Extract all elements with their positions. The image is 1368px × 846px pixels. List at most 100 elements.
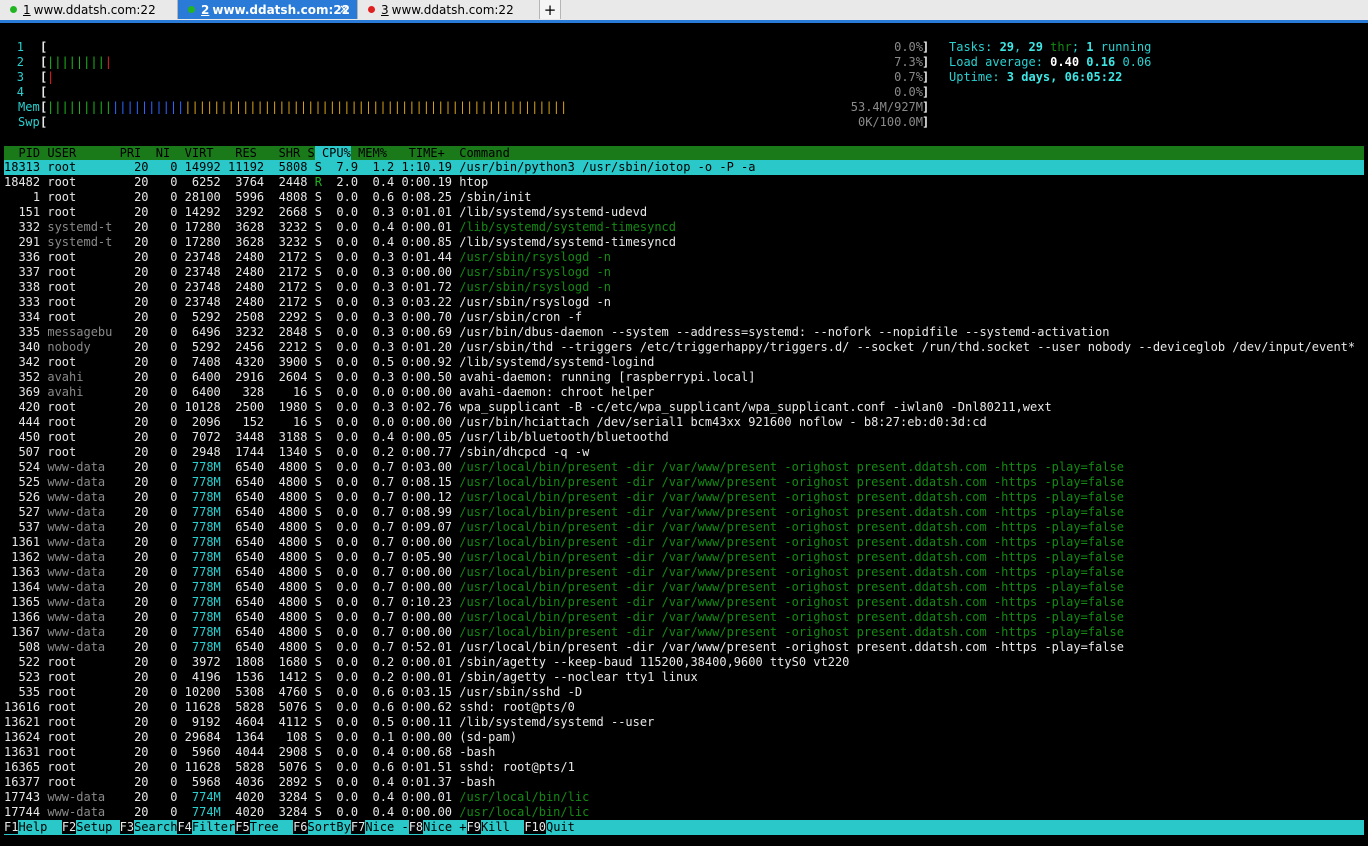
tab-session-3[interactable]: 3 www.ddatsh.com:22 <box>358 0 540 19</box>
process-table-header[interactable]: PID USER PRI NI VIRT RES SHR S CPU% MEM%… <box>4 146 1364 160</box>
process-row[interactable]: 335 messagebu 20 0 6496 3232 2848 S 0.0 … <box>4 325 1364 340</box>
tab-session-2[interactable]: 2 www.ddatsh.com:22 × <box>178 0 358 19</box>
process-row[interactable]: 1367 www-data 20 0 778M 6540 4800 S 0.0 … <box>4 625 1364 640</box>
shr-cell: 2292 <box>264 310 308 324</box>
process-row[interactable]: 17744 www-data 20 0 774M 4020 3284 S 0.0… <box>4 805 1364 820</box>
process-row[interactable]: 352 avahi 20 0 6400 2916 2604 S 0.0 0.3 … <box>4 370 1364 385</box>
tab-session-1[interactable]: 1 www.ddatsh.com:22 <box>0 0 178 19</box>
fkey-f3[interactable]: F3 <box>119 820 135 834</box>
process-row[interactable]: 336 root 20 0 23748 2480 2172 S 0.0 0.3 … <box>4 250 1364 265</box>
process-row[interactable]: 420 root 20 0 10128 2500 1980 S 0.0 0.3 … <box>4 400 1364 415</box>
fkey-label[interactable]: Help <box>18 820 61 834</box>
fkey-label[interactable]: Kill <box>481 820 524 834</box>
process-row[interactable]: 507 root 20 0 2948 1744 1340 S 0.0 0.2 0… <box>4 445 1364 460</box>
process-row[interactable]: 13631 root 20 0 5960 4044 2908 S 0.0 0.4… <box>4 745 1364 760</box>
process-row[interactable]: 291 systemd-t 20 0 17280 3628 3232 S 0.0… <box>4 235 1364 250</box>
meter-value: 53.4M/927M <box>850 100 923 114</box>
column-header[interactable]: NI <box>141 146 170 160</box>
process-row[interactable]: 13616 root 20 0 11628 5828 5076 S 0.0 0.… <box>4 700 1364 715</box>
process-row[interactable]: 13624 root 20 0 29684 1364 108 S 0.0 0.1… <box>4 730 1364 745</box>
state-cell: S <box>314 310 322 324</box>
command-cell: /sbin/agetty --keep-baud 115200,38400,96… <box>459 655 850 669</box>
column-header[interactable]: MEM% <box>351 146 387 160</box>
column-header[interactable]: RES <box>214 146 257 160</box>
process-row[interactable]: 1365 www-data 20 0 778M 6540 4800 S 0.0 … <box>4 595 1364 610</box>
fkey-label[interactable]: Search <box>134 820 177 834</box>
fkey-label[interactable]: Tree <box>250 820 293 834</box>
column-header[interactable]: Command <box>452 146 510 160</box>
process-row[interactable]: 1364 www-data 20 0 778M 6540 4800 S 0.0 … <box>4 580 1364 595</box>
column-header[interactable]: CPU% <box>314 146 351 160</box>
fkey-f5[interactable]: F5 <box>235 820 250 834</box>
column-header[interactable]: PRI <box>112 146 142 160</box>
column-header[interactable]: S <box>300 146 314 160</box>
fkey-f10[interactable]: F10 <box>524 820 546 834</box>
process-row[interactable]: 337 root 20 0 23748 2480 2172 S 0.0 0.3 … <box>4 265 1364 280</box>
process-row[interactable]: 18482 root 20 0 6252 3764 2448 R 2.0 0.4… <box>4 175 1364 190</box>
fkey-label[interactable]: Quit <box>546 820 575 834</box>
process-row[interactable]: 1361 www-data 20 0 778M 6540 4800 S 0.0 … <box>4 535 1364 550</box>
process-row[interactable]: 450 root 20 0 7072 3448 3188 S 0.0 0.4 0… <box>4 430 1364 445</box>
cpu-cell: 0.0 <box>321 415 359 429</box>
process-row[interactable]: 334 root 20 0 5292 2508 2292 S 0.0 0.3 0… <box>4 310 1364 325</box>
column-header[interactable]: USER <box>40 146 112 160</box>
fkey-f8[interactable]: F8 <box>408 820 424 834</box>
process-row[interactable]: 1366 www-data 20 0 778M 6540 4800 S 0.0 … <box>4 610 1364 625</box>
process-row[interactable]: 524 www-data 20 0 778M 6540 4800 S 0.0 0… <box>4 460 1364 475</box>
res-cell: 5308 <box>220 685 265 699</box>
fkey-f4[interactable]: F4 <box>177 820 192 834</box>
process-row[interactable]: 535 root 20 0 10200 5308 4760 S 0.0 0.6 … <box>4 685 1364 700</box>
process-row[interactable]: 526 www-data 20 0 778M 6540 4800 S 0.0 0… <box>4 490 1364 505</box>
fkey-label[interactable]: Filter <box>192 820 235 834</box>
column-header[interactable]: SHR <box>257 146 301 160</box>
pri-cell: 20 <box>119 580 149 594</box>
process-row[interactable]: 13621 root 20 0 9192 4604 4112 S 0.0 0.5… <box>4 715 1364 730</box>
process-row[interactable]: 333 root 20 0 23748 2480 2172 S 0.0 0.3 … <box>4 295 1364 310</box>
process-row[interactable]: 18313 root 20 0 14992 11192 5808 S 7.9 1… <box>4 160 1364 175</box>
fkey-f2[interactable]: F2 <box>61 820 77 834</box>
process-row[interactable]: 342 root 20 0 7408 4320 3900 S 0.0 0.5 0… <box>4 355 1364 370</box>
fkey-f6[interactable]: F6 <box>293 820 308 834</box>
fkey-label[interactable]: Setup <box>76 820 119 834</box>
process-row[interactable]: 537 www-data 20 0 778M 6540 4800 S 0.0 0… <box>4 520 1364 535</box>
fkey-f9[interactable]: F9 <box>466 820 481 834</box>
process-row[interactable]: 523 root 20 0 4196 1536 1412 S 0.0 0.2 0… <box>4 670 1364 685</box>
process-row[interactable]: 151 root 20 0 14292 3292 2668 S 0.0 0.3 … <box>4 205 1364 220</box>
column-header[interactable]: TIME+ <box>387 146 452 160</box>
process-row[interactable]: 1363 www-data 20 0 778M 6540 4800 S 0.0 … <box>4 565 1364 580</box>
process-row[interactable]: 16377 root 20 0 5968 4036 2892 S 0.0 0.4… <box>4 775 1364 790</box>
process-row[interactable]: 522 root 20 0 3972 1808 1680 S 0.0 0.2 0… <box>4 655 1364 670</box>
process-row[interactable]: 444 root 20 0 2096 152 16 S 0.0 0.0 0:00… <box>4 415 1364 430</box>
process-row[interactable]: 332 systemd-t 20 0 17280 3628 3232 S 0.0… <box>4 220 1364 235</box>
time-cell: 0:00.01 <box>394 220 453 234</box>
res-cell: 328 <box>220 385 265 399</box>
fkey-label[interactable]: Nice + <box>423 820 466 834</box>
process-row[interactable]: 525 www-data 20 0 778M 6540 4800 S 0.0 0… <box>4 475 1364 490</box>
fkey-f1[interactable]: F1 <box>4 820 19 834</box>
shr-cell: 4800 <box>264 640 308 654</box>
fkey-f7[interactable]: F7 <box>350 820 366 834</box>
column-header[interactable]: VIRT <box>170 146 214 160</box>
pri-cell: 20 <box>119 250 149 264</box>
process-row[interactable]: 369 avahi 20 0 6400 328 16 S 0.0 0.0 0:0… <box>4 385 1364 400</box>
fkey-label[interactable]: SortBy <box>308 820 351 834</box>
process-row[interactable]: 527 www-data 20 0 778M 6540 4800 S 0.0 0… <box>4 505 1364 520</box>
process-row[interactable]: 340 nobody 20 0 5292 2456 2212 S 0.0 0.3… <box>4 340 1364 355</box>
state-cell: S <box>314 370 322 384</box>
res-cell: 152 <box>220 415 265 429</box>
fkey-label[interactable]: Nice - <box>365 820 408 834</box>
process-row[interactable]: 1362 www-data 20 0 778M 6540 4800 S 0.0 … <box>4 550 1364 565</box>
new-tab-button[interactable]: + <box>540 0 561 19</box>
process-row[interactable]: 338 root 20 0 23748 2480 2172 S 0.0 0.3 … <box>4 280 1364 295</box>
process-row[interactable]: 17743 www-data 20 0 774M 4020 3284 S 0.0… <box>4 790 1364 805</box>
process-row[interactable]: 16365 root 20 0 11628 5828 5076 S 0.0 0.… <box>4 760 1364 775</box>
column-header[interactable]: PID <box>4 146 40 160</box>
virt-cell: 28100 <box>177 190 221 204</box>
process-row[interactable]: 1 root 20 0 28100 5996 4808 S 0.0 0.6 0:… <box>4 190 1364 205</box>
process-row[interactable]: 508 www-data 20 0 778M 6540 4800 S 0.0 0… <box>4 640 1364 655</box>
close-icon[interactable]: × <box>339 2 349 16</box>
virt-cell: 778M <box>177 475 221 489</box>
